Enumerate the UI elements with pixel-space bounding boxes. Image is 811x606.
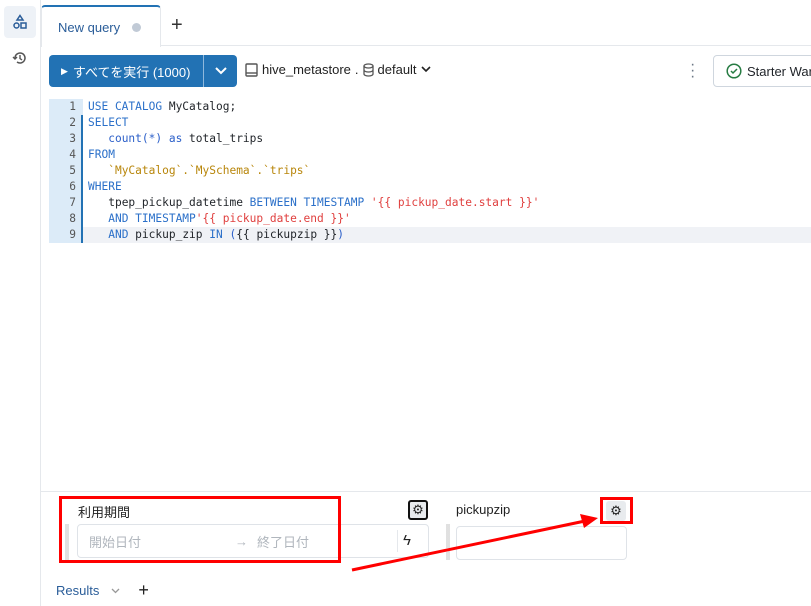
add-result-button[interactable]: + (138, 580, 149, 601)
results-tab[interactable]: Results + (56, 580, 149, 601)
results-label: Results (56, 583, 100, 598)
chevron-down-icon[interactable] (111, 588, 120, 594)
annotation-arrow (351, 514, 598, 572)
